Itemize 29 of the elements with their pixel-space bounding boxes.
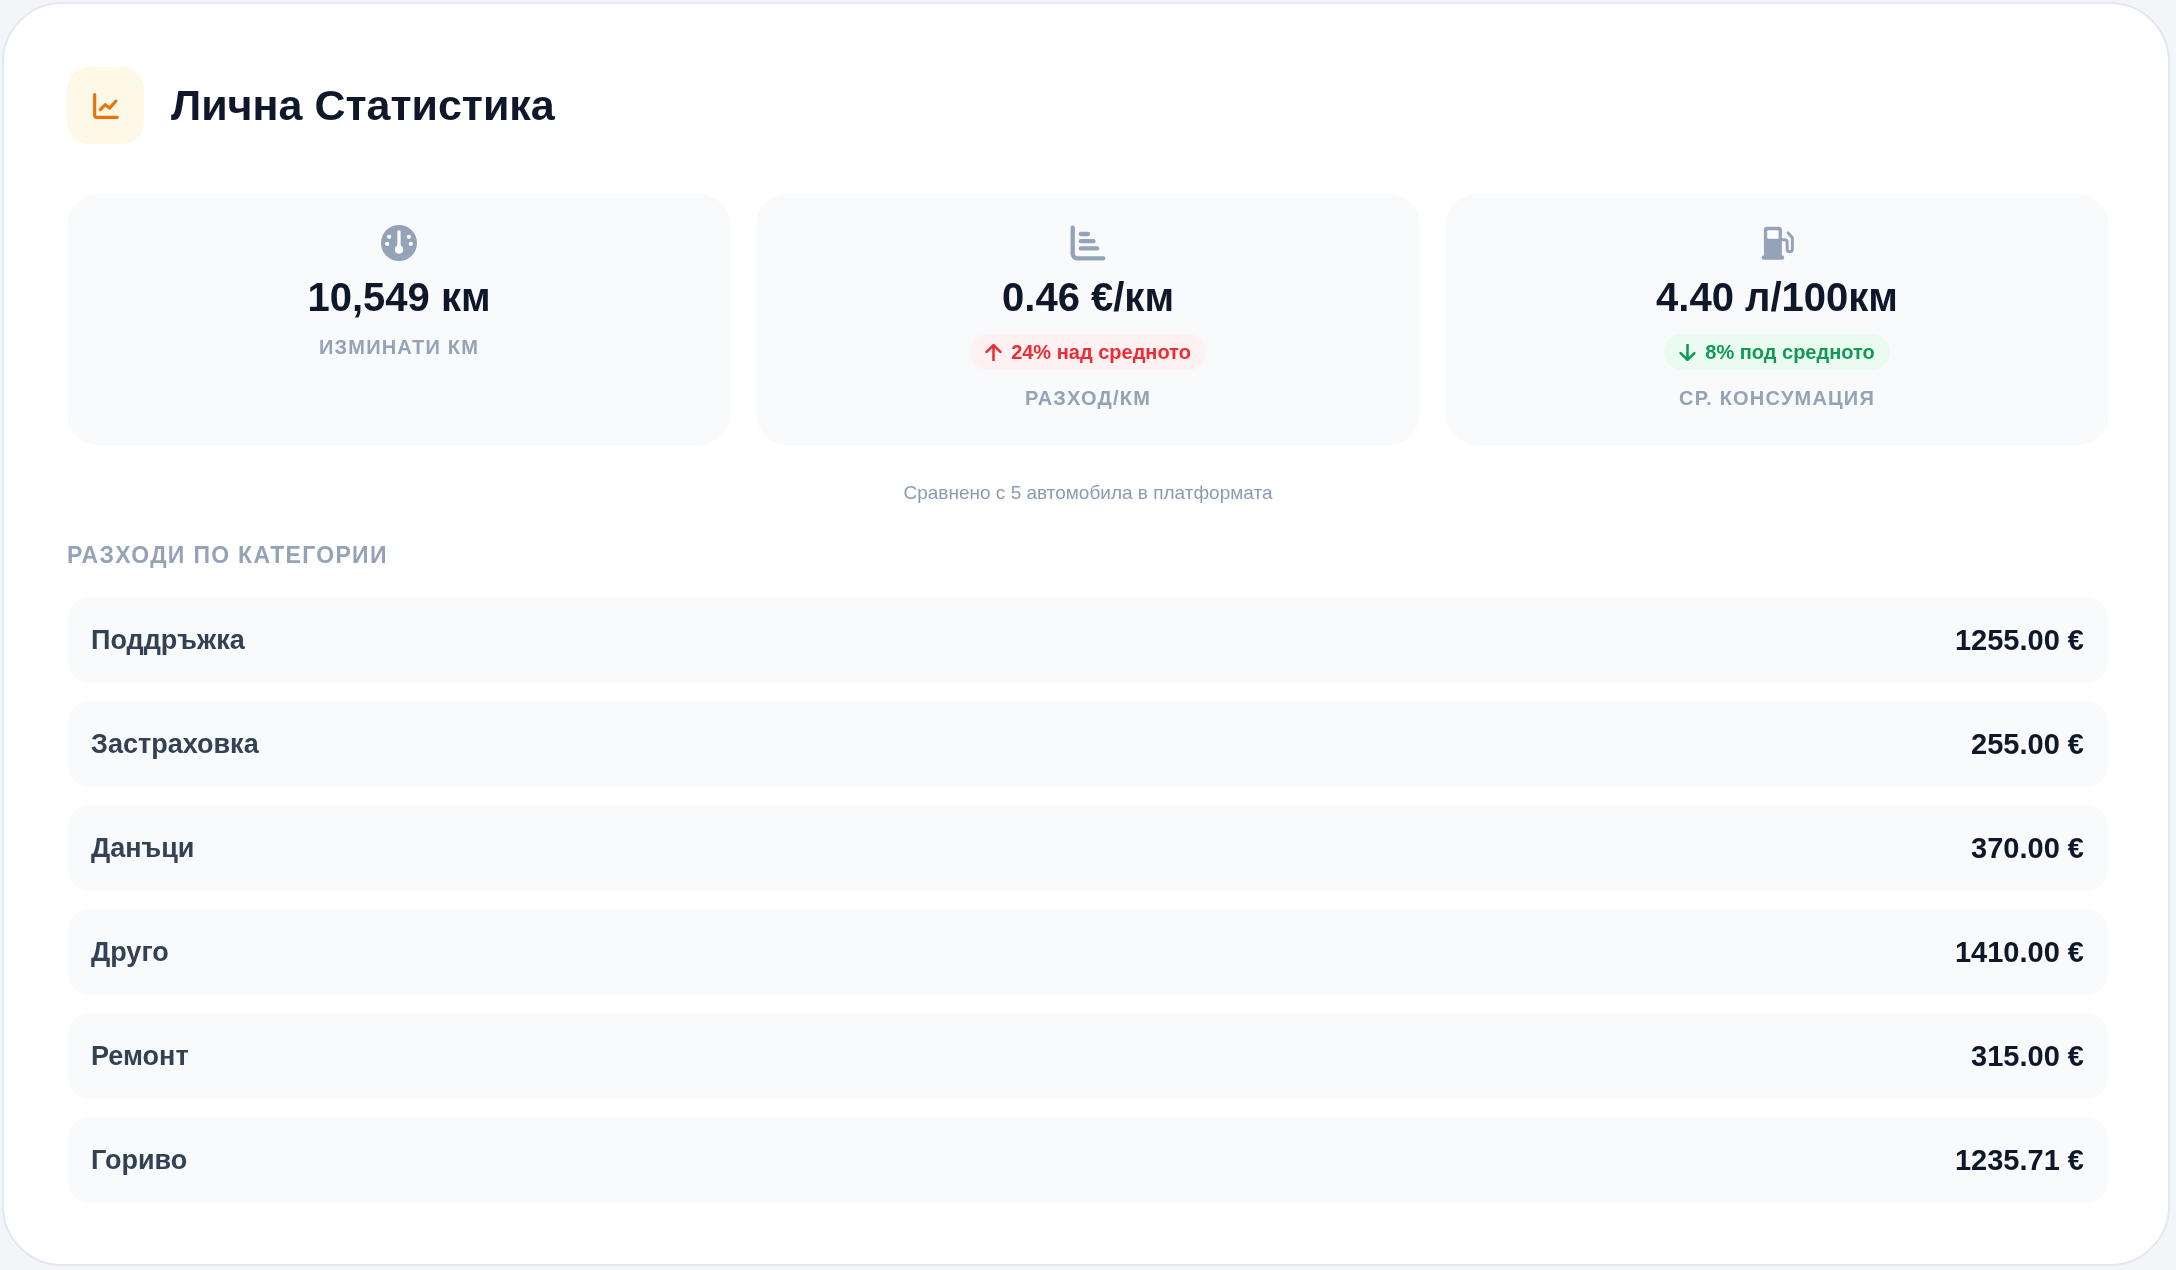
category-name: Данъци: [91, 832, 195, 864]
category-name: Застраховка: [91, 728, 259, 760]
stat-label: ИЗМИНАТИ КМ: [318, 335, 479, 359]
stat-label: РАЗХОД/КМ: [1024, 386, 1152, 410]
category-name: Ремонт: [91, 1040, 189, 1072]
stat-value: 10,549 км: [307, 275, 491, 319]
section-heading: РАЗХОДИ ПО КАТЕГОРИИ: [67, 541, 388, 570]
arrow-up-icon: [985, 343, 1003, 361]
category-name: Поддръжка: [91, 624, 245, 656]
arrow-down-icon: [1679, 343, 1697, 361]
category-amount: 1255.00 €: [1955, 623, 2084, 657]
category-amount: 370.00 €: [1971, 831, 2084, 865]
comparison-note: Сравнено с 5 автомобила в платформата: [903, 482, 1273, 503]
line-chart-icon: [67, 67, 144, 144]
bar-chart-icon: [1070, 225, 1106, 261]
category-name: Друго: [91, 936, 169, 968]
page-title: Лична Статистика: [171, 81, 555, 130]
trend-text: 8% под средното: [1705, 340, 1875, 364]
stat-value: 4.40 л/100км: [1656, 275, 1898, 319]
category-name: Гориво: [91, 1144, 188, 1176]
trend-text: 24% над средното: [1011, 340, 1191, 364]
stat-label: СР. КОНСУМАЦИЯ: [1679, 386, 1875, 410]
category-amount: 255.00 €: [1971, 727, 2084, 761]
category-amount: 1410.00 €: [1955, 935, 2084, 969]
category-amount: 315.00 €: [1971, 1039, 2084, 1073]
fuel-pump-icon: [1759, 225, 1795, 261]
gauge-icon: [381, 225, 417, 261]
category-amount: 1235.71 €: [1955, 1143, 2084, 1177]
stat-value: 0.46 €/км: [1002, 275, 1174, 319]
